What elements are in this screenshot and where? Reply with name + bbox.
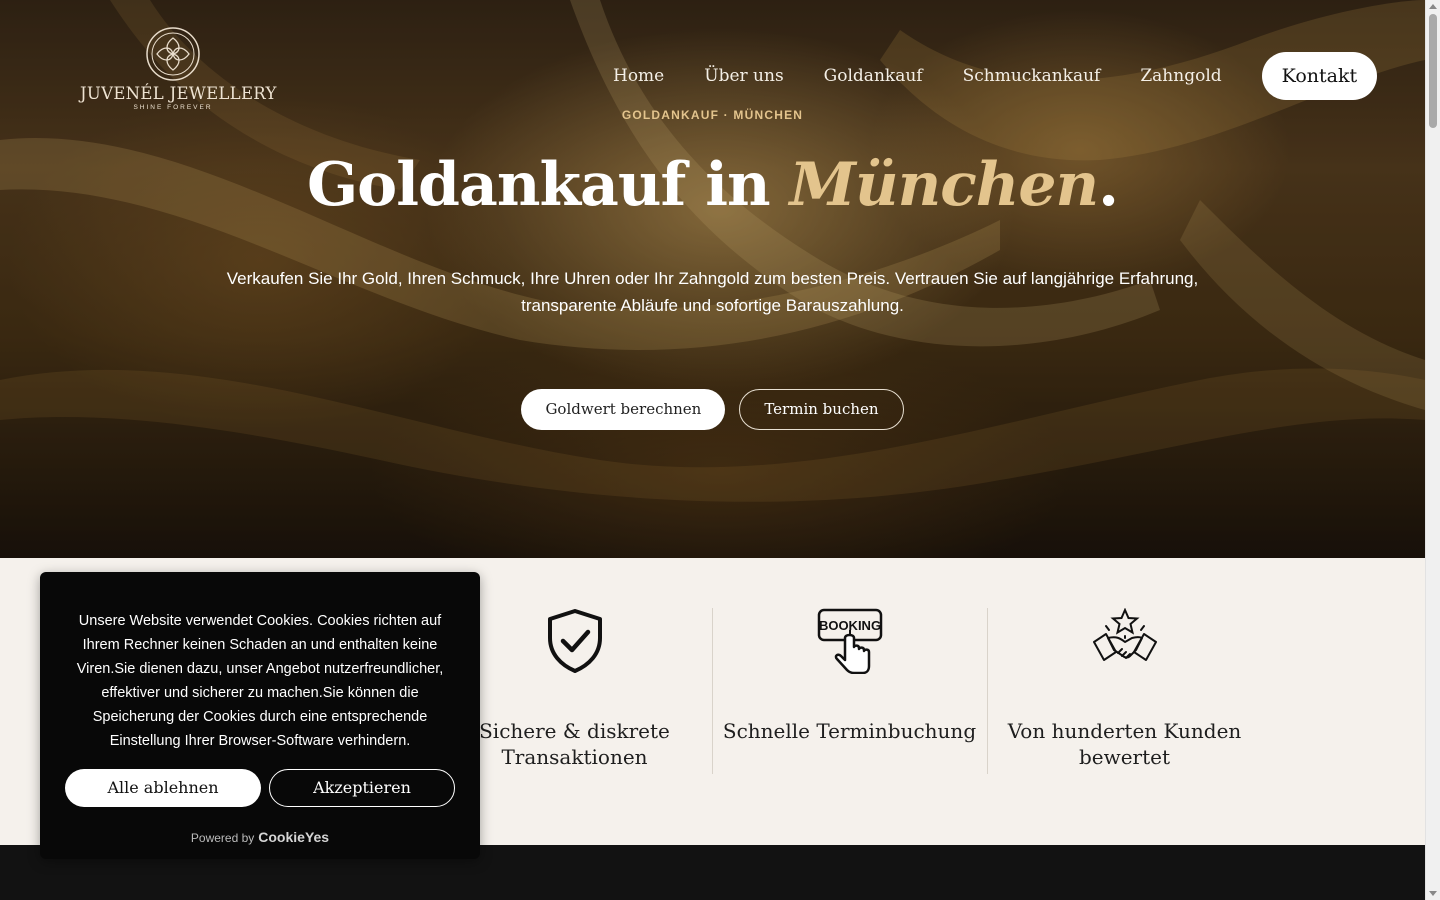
hero-title-main: Goldankauf in: [306, 150, 790, 220]
cookie-actions: Alle ablehnen Akzeptieren: [65, 769, 455, 807]
hero-eyebrow: GOLDANKAUF · MÜNCHEN: [621, 108, 804, 122]
accept-button[interactable]: Akzeptieren: [269, 769, 455, 807]
book-appointment-button[interactable]: Termin buchen: [739, 389, 904, 430]
cookie-text: Unsere Website verwendet Cookies. Cookie…: [76, 613, 444, 749]
brand-name: JUVENÉL JEWELLERY: [80, 84, 277, 103]
hero-title: Goldankauf in München.: [0, 150, 1425, 220]
shield-check-icon: [547, 609, 602, 673]
logo-emblem-icon: [146, 27, 200, 81]
handshake-star-icon: [1092, 608, 1157, 661]
feature-title: Schnelle Terminbuchung: [722, 719, 977, 743]
booking-icon: BOOKING: [817, 608, 882, 674]
cookieyes-logo[interactable]: CookieYes: [258, 829, 329, 845]
cookie-consent-banner: Unsere Website verwendet Cookies. Cookie…: [40, 572, 480, 859]
feature-booking: BOOKING Schnelle Terminbuchung: [712, 608, 987, 774]
hero-title-end: .: [1098, 150, 1119, 220]
nav-schmuckankauf[interactable]: Schmuckankauf: [963, 66, 1101, 86]
calculate-gold-value-button[interactable]: Goldwert berechnen: [521, 389, 726, 430]
nav-goldankauf[interactable]: Goldankauf: [824, 66, 923, 86]
nav-zahngold[interactable]: Zahngold: [1140, 66, 1221, 86]
hero-subtitle: Verkaufen Sie Ihr Gold, Ihren Schmuck, I…: [226, 269, 1199, 315]
nav-ueber-uns[interactable]: Über uns: [704, 66, 783, 86]
cookie-powered-by: Powered by CookieYes: [40, 829, 480, 845]
hero-section: JUVENÉL JEWELLERY SHINE FOREVER Home Übe…: [0, 0, 1425, 558]
feature-reviews: Von hunderten Kunden bewertet: [987, 608, 1262, 774]
scroll-down-icon[interactable]: [1429, 891, 1437, 896]
scroll-up-icon[interactable]: [1429, 4, 1437, 9]
main-navigation: Home Über uns Goldankauf Schmuckankauf Z…: [593, 52, 1378, 100]
page-scrollbar[interactable]: [1425, 0, 1440, 900]
powered-by-text: Powered by: [190, 831, 255, 845]
hero-title-accent: München: [789, 150, 1100, 220]
contact-button[interactable]: Kontakt: [1261, 52, 1378, 100]
hero-actions: Goldwert berechnen Termin buchen: [0, 389, 1425, 430]
nav-home[interactable]: Home: [613, 66, 664, 86]
reject-all-button[interactable]: Alle ablehnen: [65, 769, 261, 807]
feature-title: Von hunderten Kunden bewertet: [1007, 719, 1242, 769]
scrollbar-thumb[interactable]: [1429, 14, 1437, 128]
brand-logo[interactable]: JUVENÉL JEWELLERY SHINE FOREVER: [80, 26, 277, 111]
